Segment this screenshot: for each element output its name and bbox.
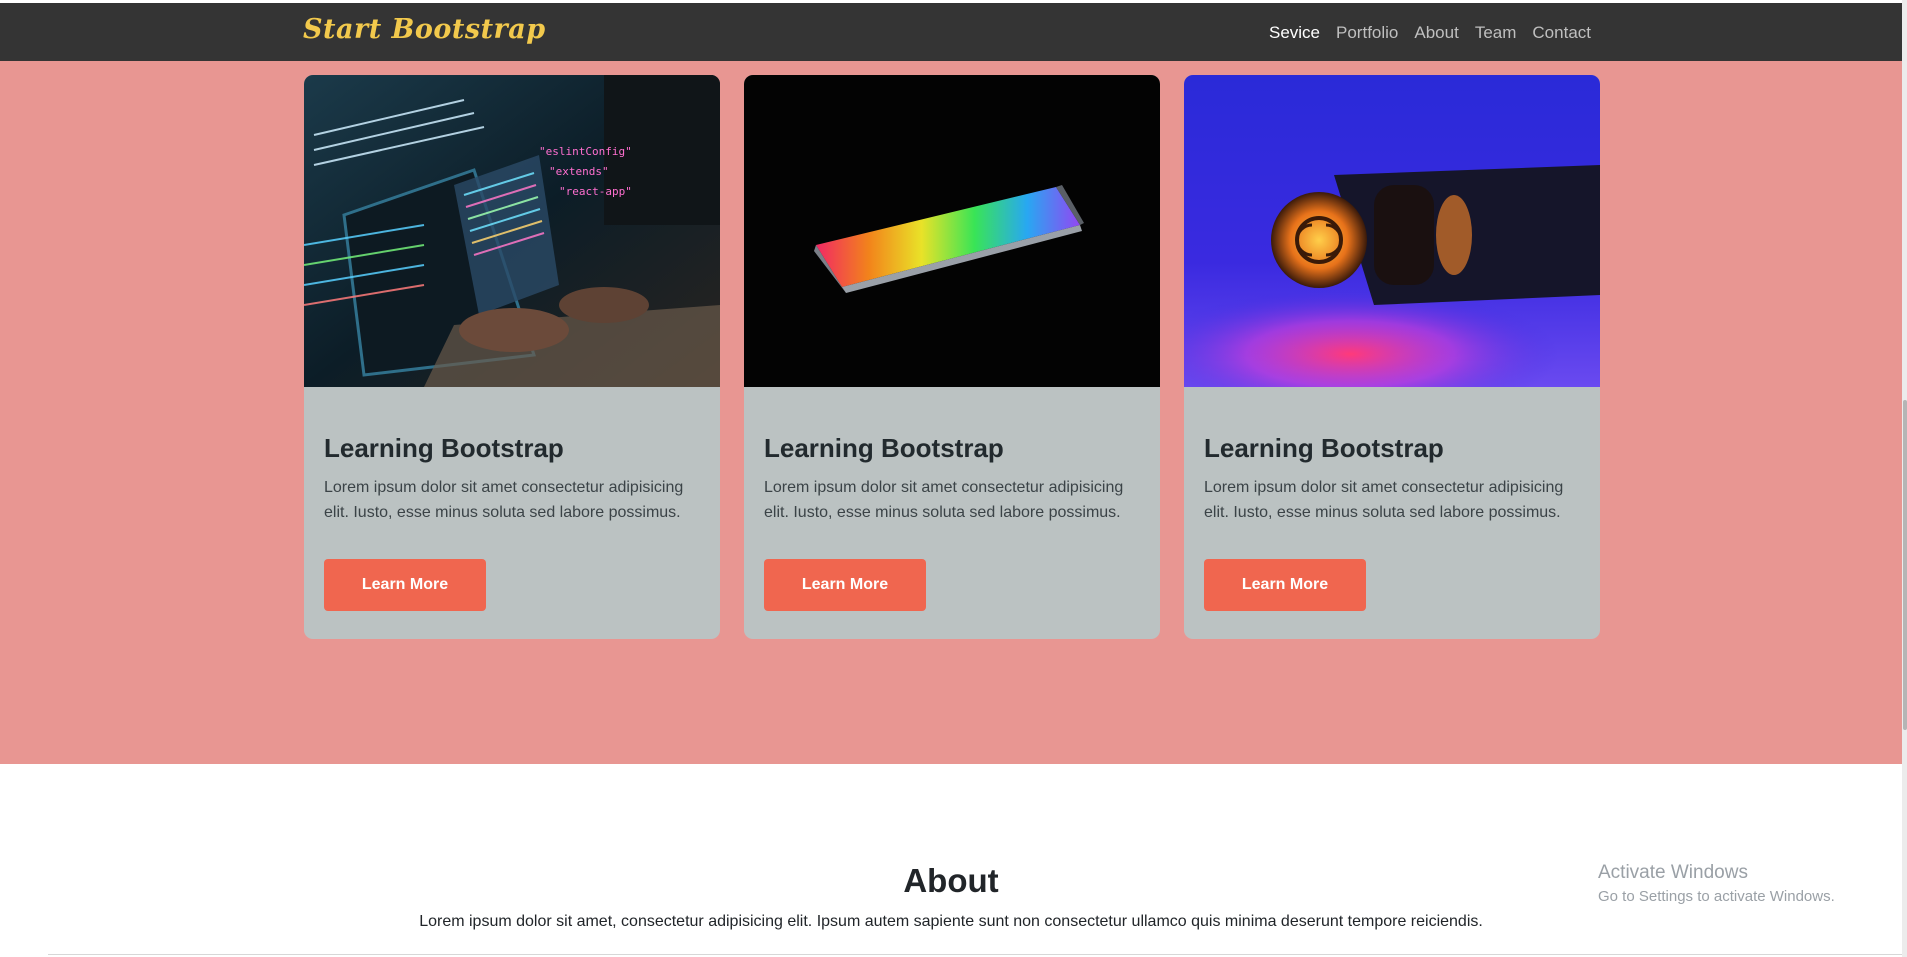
card-title: Learning Bootstrap [1204, 433, 1444, 463]
card-title: Learning Bootstrap [764, 433, 1004, 463]
service-card: Learning Bootstrap Lorem ipsum dolor sit… [744, 75, 1160, 639]
card-text: Lorem ipsum dolor sit amet consectetur a… [764, 479, 1124, 521]
services-section: "eslintConfig" "extends" "react-app" Lea… [0, 61, 1902, 764]
nav-link-team[interactable]: Team [1475, 23, 1517, 43]
watermark-line-1: Activate Windows [1598, 862, 1748, 883]
watermark-line-2: Go to Settings to activate Windows. [1598, 888, 1835, 905]
learn-more-button[interactable]: Learn More [1204, 559, 1366, 611]
learn-more-button[interactable]: Learn More [324, 559, 486, 611]
card-text: Lorem ipsum dolor sit amet consectetur a… [324, 479, 684, 521]
nav-link-about[interactable]: About [1414, 23, 1458, 43]
perfume-bottle-image [1184, 75, 1600, 387]
service-card: "eslintConfig" "extends" "react-app" Lea… [304, 75, 720, 639]
about-text: Lorem ipsum dolor sit amet, consectetur … [419, 913, 1483, 930]
card-title: Learning Bootstrap [324, 433, 564, 463]
svg-text:"eslintConfig": "eslintConfig" [539, 145, 632, 158]
service-card: Learning Bootstrap Lorem ipsum dolor sit… [1184, 75, 1600, 639]
svg-text:"extends": "extends" [549, 165, 609, 178]
brand-logo[interactable]: Start Bootstrap [303, 14, 546, 45]
nav-links: Sevice Portfolio About Team Contact [1269, 23, 1591, 43]
card-text: Lorem ipsum dolor sit amet consectetur a… [1204, 479, 1564, 521]
scrollbar-thumb[interactable] [1903, 400, 1907, 730]
nav-link-portfolio[interactable]: Portfolio [1336, 23, 1398, 43]
rainbow-laptop-image [744, 75, 1160, 387]
bottom-divider [48, 954, 1902, 955]
page: Start Bootstrap Sevice Portfolio About T… [0, 0, 1907, 957]
nav-link-contact[interactable]: Contact [1532, 23, 1591, 43]
coding-laptop-image: "eslintConfig" "extends" "react-app" [304, 75, 720, 387]
learn-more-button[interactable]: Learn More [764, 559, 926, 611]
nav-link-service[interactable]: Sevice [1269, 23, 1320, 43]
navbar: Start Bootstrap Sevice Portfolio About T… [0, 3, 1902, 61]
svg-text:"react-app": "react-app" [559, 185, 632, 198]
activate-windows-watermark: Activate Windows Go to Settings to activ… [1598, 862, 1835, 905]
